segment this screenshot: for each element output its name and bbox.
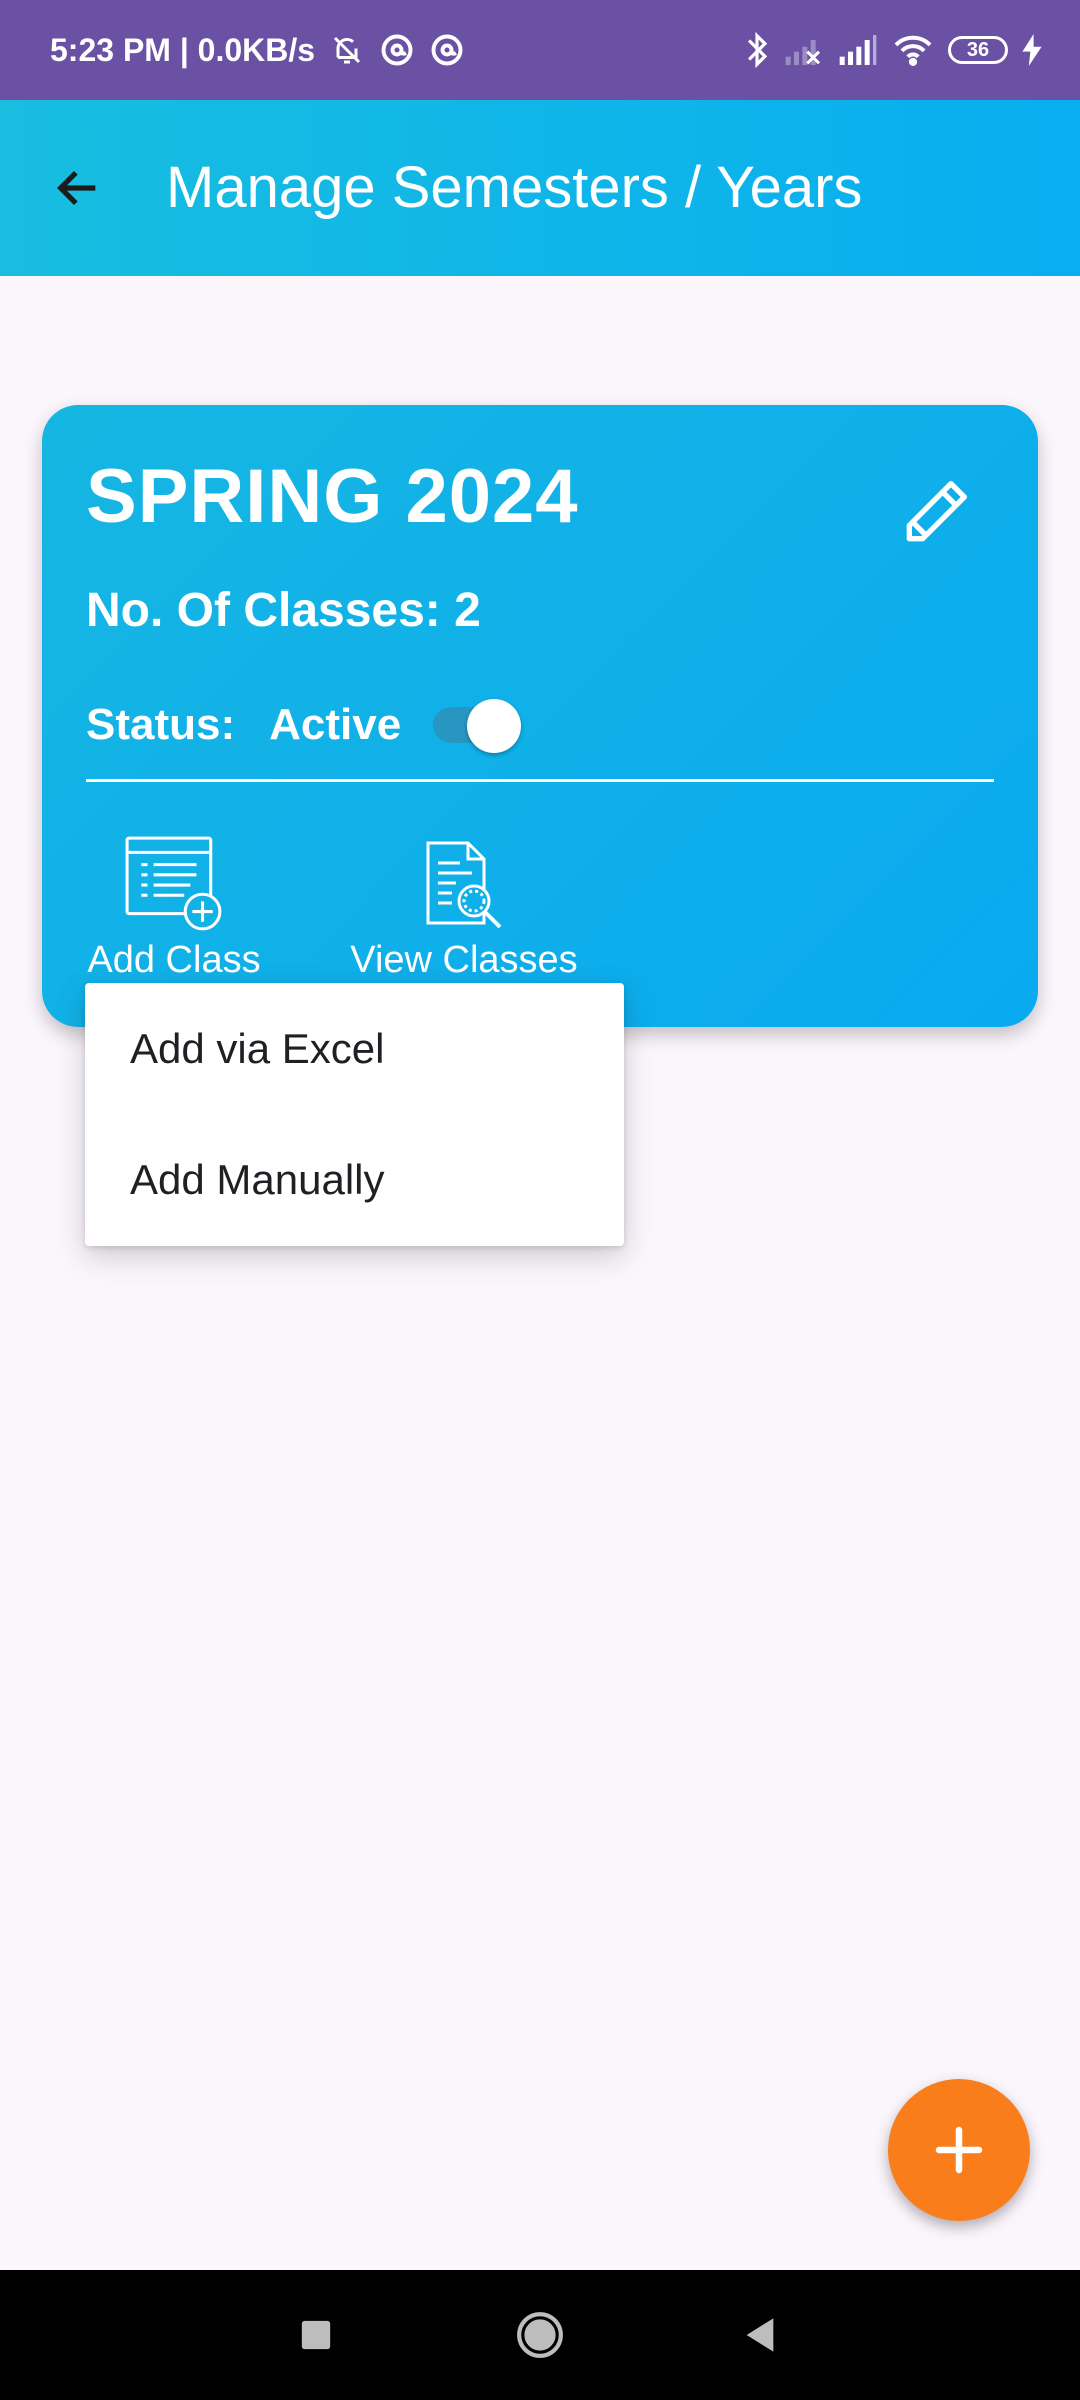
signal-icon	[838, 33, 878, 67]
status-row: Status: Active	[86, 690, 523, 760]
add-class-menu: Add via Excel Add Manually	[85, 983, 624, 1246]
status-toggle[interactable]	[433, 699, 523, 753]
edit-button[interactable]	[894, 470, 978, 554]
plus-icon	[935, 2126, 983, 2174]
status-right: 36	[744, 0, 1042, 100]
add-class-label: Add Class	[87, 939, 261, 981]
card-divider	[86, 779, 994, 782]
home-icon	[517, 2312, 563, 2358]
arrow-left-icon	[56, 170, 96, 206]
status-bar: 5:23 PM | 0.0KB/s 36	[0, 0, 1080, 100]
semester-card[interactable]: SPRING 2024 No. Of Classes: 2 Status: Ac…	[42, 405, 1038, 1027]
add-semester-fab[interactable]	[888, 2079, 1030, 2221]
view-classes-button[interactable]: View Classes	[346, 825, 582, 982]
semester-title: SPRING 2024	[86, 454, 579, 539]
add-class-button[interactable]: Add Class	[86, 825, 262, 982]
recent-apps-icon	[301, 2320, 331, 2350]
view-classes-label: View Classes	[350, 939, 578, 981]
app-bar: Manage Semesters / Years	[0, 100, 1080, 276]
status-label: Status:	[86, 700, 236, 749]
menu-item-add-manually[interactable]: Add Manually	[85, 1114, 624, 1246]
charging-icon	[1022, 34, 1042, 66]
bluetooth-icon	[744, 31, 770, 69]
status-left: 5:23 PM | 0.0KB/s	[50, 0, 465, 100]
battery-icon: 36	[948, 36, 1008, 64]
view-document-icon	[422, 825, 506, 933]
recent-apps-button[interactable]	[256, 2270, 376, 2400]
status-time: 5:23 PM | 0.0KB/s	[50, 31, 316, 68]
system-nav-bar	[0, 2270, 1080, 2400]
pencil-icon	[906, 481, 967, 542]
menu-item-add-via-excel[interactable]: Add via Excel	[85, 983, 624, 1115]
home-button[interactable]	[480, 2270, 600, 2400]
page-title: Manage Semesters / Years	[166, 155, 863, 220]
alarm-off-icon	[329, 32, 365, 68]
at-icon	[379, 32, 415, 68]
battery-level: 36	[966, 38, 990, 61]
back-nav-button[interactable]	[700, 2270, 820, 2400]
at-icon	[429, 32, 465, 68]
add-class-icon	[123, 825, 225, 933]
status-value: Active	[269, 700, 402, 749]
back-button[interactable]	[40, 150, 116, 226]
classes-count: No. Of Classes: 2	[86, 584, 481, 637]
signal-off-icon	[784, 33, 824, 67]
toggle-knob	[467, 699, 522, 753]
back-icon	[746, 2318, 774, 2352]
wifi-icon	[892, 33, 934, 67]
